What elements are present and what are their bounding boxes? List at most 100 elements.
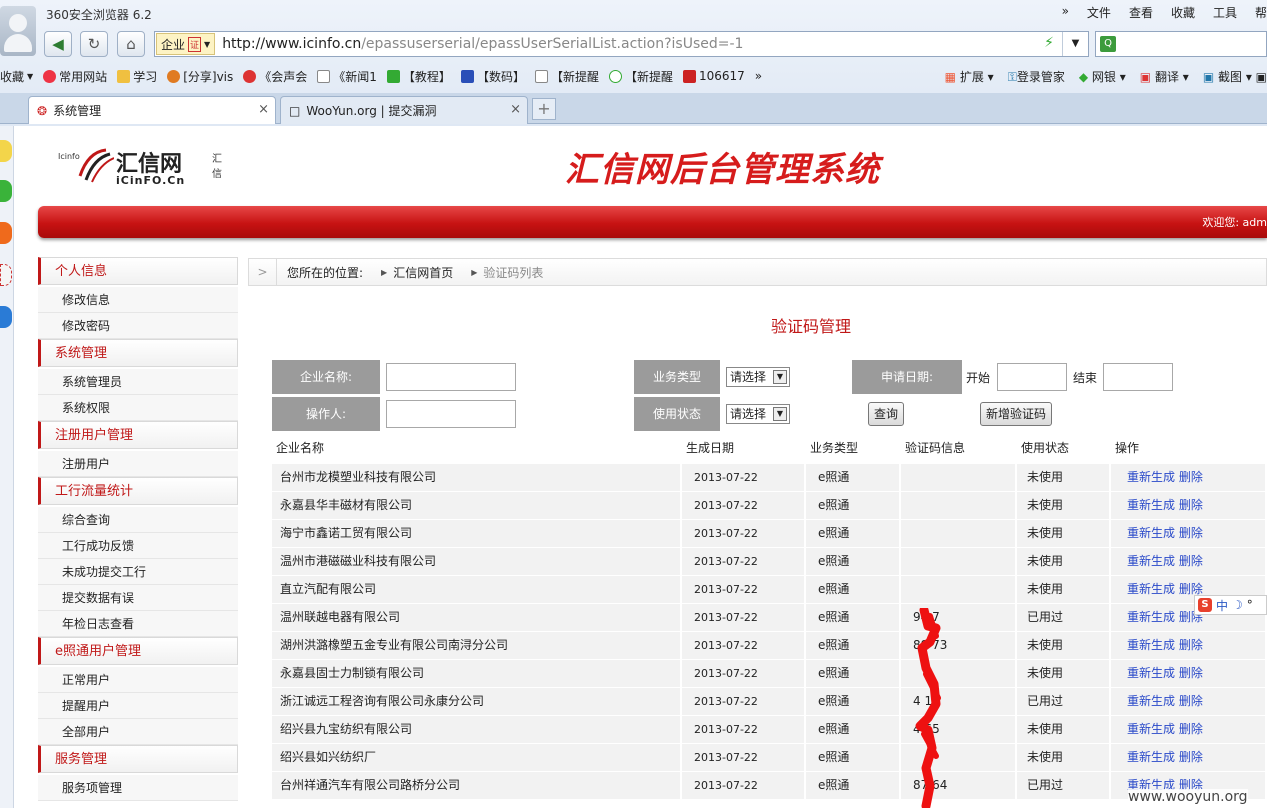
sidebar-item[interactable]: 未成功提交工行 — [38, 559, 238, 585]
bookmark-item[interactable]: 【新提醒 — [608, 68, 673, 85]
sidebar-item[interactable]: 系统权限 — [38, 395, 238, 421]
delete-link[interactable]: 删除 — [1179, 582, 1203, 596]
menu-tools[interactable]: 工具 — [1213, 4, 1237, 21]
regenerate-link[interactable]: 重新生成 — [1127, 470, 1175, 484]
regenerate-link[interactable]: 重新生成 — [1127, 554, 1175, 568]
tab-system-admin[interactable]: ❂ 系统管理 × — [28, 96, 276, 124]
bookmark-item[interactable]: 【数码】 — [460, 68, 525, 85]
menu-help[interactable]: 帮 — [1255, 4, 1267, 21]
regenerate-link[interactable]: 重新生成 — [1127, 666, 1175, 680]
close-icon[interactable]: × — [510, 102, 521, 117]
regenerate-link[interactable]: 重新生成 — [1127, 582, 1175, 596]
menu-more[interactable]: » — [1062, 4, 1069, 21]
app-dock-icon[interactable] — [0, 264, 12, 286]
regenerate-link[interactable]: 重新生成 — [1127, 526, 1175, 540]
sidebar-item[interactable]: 提醒用户 — [38, 693, 238, 719]
bookmark-item[interactable]: 《会声会 — [243, 68, 307, 85]
sidebar-item[interactable]: 综合查询 — [38, 507, 238, 533]
delete-link[interactable]: 删除 — [1179, 470, 1203, 484]
tool-extensions[interactable]: ▦ 扩展 ▾ — [945, 68, 994, 85]
sidebar-section-title[interactable]: 系统管理 — [38, 339, 238, 367]
sidebar-item[interactable]: 全部用户 — [38, 719, 238, 745]
tool-login-manager[interactable]: ⚿登录管家 — [1008, 68, 1065, 85]
start-date-input[interactable] — [997, 363, 1067, 391]
new-tab-button[interactable]: + — [532, 98, 556, 120]
delete-link[interactable]: 删除 — [1179, 554, 1203, 568]
sidebar-item[interactable]: 修改密码 — [38, 313, 238, 339]
biz-type-select[interactable]: 请选择 ▼ — [726, 367, 790, 387]
company-name-input[interactable] — [386, 363, 516, 391]
sidebar-section-title[interactable]: 个人信息 — [38, 257, 238, 285]
delete-link[interactable]: 删除 — [1179, 694, 1203, 708]
search-engine-icon[interactable]: Q — [1100, 36, 1116, 52]
company-name-cell: 永嘉县固士力制锁有限公司 — [272, 660, 682, 687]
tool-screenshot[interactable]: ▣ 截图 ▾ ▣ — [1203, 68, 1267, 85]
menu-view[interactable]: 查看 — [1129, 4, 1153, 21]
delete-link[interactable]: 删除 — [1179, 498, 1203, 512]
sidebar-item[interactable]: 年检日志查看 — [38, 611, 238, 637]
regenerate-link[interactable]: 重新生成 — [1127, 694, 1175, 708]
lightning-icon[interactable]: ⚡ — [1044, 35, 1054, 51]
delete-link[interactable]: 删除 — [1179, 722, 1203, 736]
favorites-dock-icon[interactable] — [0, 140, 12, 162]
sidebar-item[interactable]: 注册用户 — [38, 451, 238, 477]
delete-link[interactable]: 删除 — [1179, 526, 1203, 540]
home-button[interactable]: ⌂ — [117, 31, 145, 57]
breadcrumb-home-link[interactable]: 汇信网首页 — [393, 264, 453, 281]
bookmark-item[interactable]: [分享]vis — [167, 68, 233, 85]
regenerate-link[interactable]: 重新生成 — [1127, 498, 1175, 512]
bookmark-item[interactable]: 【教程】 — [386, 68, 451, 85]
regenerate-link[interactable]: 重新生成 — [1127, 610, 1175, 624]
address-dropdown-icon[interactable]: ▼ — [1062, 32, 1088, 56]
moon-icon[interactable]: ☽ — [1232, 598, 1243, 612]
url-text[interactable]: http://www.icinfo.cn/epassuserserial/epa… — [216, 36, 743, 52]
weibo-dock-icon[interactable] — [0, 222, 12, 244]
bookmark-item[interactable]: 常用网站 — [43, 68, 107, 85]
refresh-button[interactable]: ↻ — [80, 31, 108, 57]
sidebar-section-title[interactable]: e照通用户管理 — [38, 637, 238, 665]
tool-translate[interactable]: ▣ 翻译 ▾ — [1140, 68, 1189, 85]
menu-file[interactable]: 文件 — [1087, 4, 1111, 21]
operator-input[interactable] — [386, 400, 516, 428]
query-button[interactable]: 查询 — [868, 402, 904, 426]
enterprise-cert-badge[interactable]: 企业 证 ▼ — [156, 33, 216, 55]
sidebar-section-title[interactable]: 服务管理 — [38, 745, 238, 773]
bookmarks-more[interactable]: » — [755, 69, 762, 83]
bookmark-item[interactable]: 《新闻1 — [317, 68, 377, 85]
delete-link[interactable]: 删除 — [1179, 638, 1203, 652]
sidebar-item[interactable]: 工行成功反馈 — [38, 533, 238, 559]
sidebar-section-title[interactable]: 工行流量统计 — [38, 477, 238, 505]
user-avatar[interactable] — [0, 6, 36, 56]
ime-lang[interactable]: 中 — [1216, 597, 1228, 614]
ime-toolbar[interactable]: S 中 ☽ ° — [1194, 595, 1267, 615]
address-bar[interactable]: 企业 证 ▼ http://www.icinfo.cn/epassuserser… — [154, 31, 1089, 57]
close-icon[interactable]: × — [258, 102, 269, 117]
bookmark-item[interactable]: 【新提醒 — [534, 68, 599, 85]
sidebar-item[interactable]: 正常用户 — [38, 667, 238, 693]
sidebar-item[interactable]: 修改信息 — [38, 287, 238, 313]
sidebar-item[interactable]: 服务项管理 — [38, 775, 238, 801]
delete-link[interactable]: 删除 — [1179, 666, 1203, 680]
regenerate-link[interactable]: 重新生成 — [1127, 722, 1175, 736]
add-code-button[interactable]: 新增验证码 — [980, 402, 1052, 426]
sidebar-item[interactable]: 提交数据有误 — [38, 585, 238, 611]
search-box[interactable]: Q — [1095, 31, 1267, 57]
bookmark-item[interactable]: 学习 — [117, 68, 157, 85]
regenerate-link[interactable]: 重新生成 — [1127, 638, 1175, 652]
sidebar-item[interactable]: 系统管理员 — [38, 369, 238, 395]
bookmark-favorites[interactable]: 收藏 ▼ — [0, 68, 33, 85]
menu-favorites[interactable]: 收藏 — [1171, 4, 1195, 21]
bookmark-item[interactable]: 106617 — [682, 69, 745, 83]
chat-dock-icon[interactable] — [0, 180, 12, 202]
punctuation-icon[interactable]: ° — [1247, 598, 1253, 612]
sidebar-section-title[interactable]: 注册用户管理 — [38, 421, 238, 449]
qq-dock-icon[interactable] — [0, 306, 12, 328]
delete-link[interactable]: 删除 — [1179, 750, 1203, 764]
breadcrumb-toggle-icon[interactable]: > — [249, 259, 277, 285]
back-button[interactable]: ◀ — [44, 31, 72, 57]
end-date-input[interactable] — [1103, 363, 1173, 391]
tool-bank[interactable]: ◆ 网银 ▾ — [1079, 68, 1126, 85]
status-select[interactable]: 请选择 ▼ — [726, 404, 790, 424]
tab-wooyun[interactable]: □ WooYun.org | 提交漏洞 × — [280, 96, 528, 124]
regenerate-link[interactable]: 重新生成 — [1127, 750, 1175, 764]
